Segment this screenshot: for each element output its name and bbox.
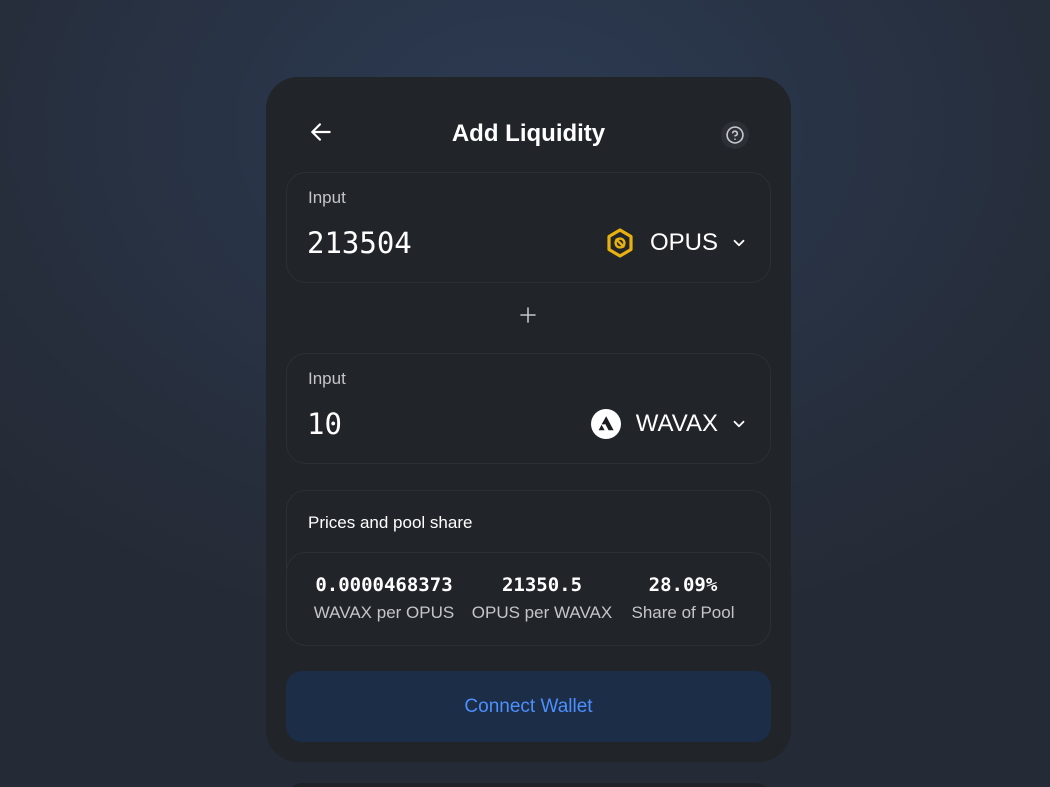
chevron-down-icon: [733, 420, 745, 428]
opus-hexagon-icon: [604, 227, 636, 259]
stat-value: 28.09%: [648, 574, 718, 596]
token-select-opus[interactable]: OPUS: [604, 225, 748, 261]
input-label: Input: [308, 188, 346, 207]
plus-icon: [520, 307, 536, 323]
secondary-card-edge: [286, 783, 771, 787]
token-symbol: OPUS: [649, 229, 718, 256]
token-input-panel-a: Input OPUS: [286, 172, 771, 283]
chevron-down-icon: [733, 239, 745, 247]
amount-input-a[interactable]: [307, 226, 557, 260]
connect-wallet-button[interactable]: Connect Wallet: [286, 671, 771, 742]
amount-input-b[interactable]: [307, 407, 557, 441]
stat-value: 21350.5: [501, 574, 583, 596]
stat-label: Share of Pool: [631, 603, 735, 622]
stat-opus-per-wavax: 21350.5 OPUS per WAVAX: [465, 573, 619, 624]
token-select-wavax[interactable]: WAVAX: [590, 406, 748, 442]
question-circle-icon: [726, 126, 744, 144]
stat-label: WAVAX per OPUS: [313, 603, 455, 622]
avax-icon: [590, 408, 622, 440]
add-liquidity-card: Add Liquidity Input OPUS: [266, 77, 791, 762]
page-title: Add Liquidity: [451, 120, 606, 147]
prices-stats: 0.0000468373 WAVAX per OPUS 21350.5 OPUS…: [286, 552, 771, 646]
prices-title: Prices and pool share: [308, 513, 473, 532]
card-header: Add Liquidity: [266, 77, 791, 187]
token-input-panel-b: Input WAVAX: [286, 353, 771, 464]
stat-label: OPUS per WAVAX: [471, 603, 613, 622]
stat-share-of-pool: 28.09% Share of Pool: [625, 573, 741, 624]
token-symbol: WAVAX: [635, 410, 718, 437]
stat-wavax-per-opus: 0.0000468373 WAVAX per OPUS: [309, 573, 459, 624]
help-button[interactable]: [721, 121, 749, 149]
stat-value: 0.0000468373: [315, 574, 453, 596]
input-label: Input: [308, 369, 346, 388]
prices-pool-share-panel: Prices and pool share 0.0000468373 WAVAX…: [286, 490, 771, 646]
